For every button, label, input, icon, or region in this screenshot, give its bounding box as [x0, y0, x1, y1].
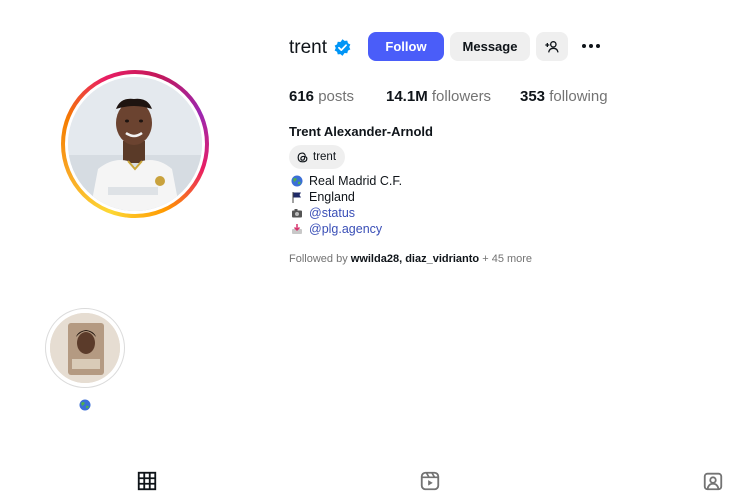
- followed-by-more: + 45 more: [482, 253, 533, 265]
- bio-line: Real Madrid C.F.: [291, 174, 402, 188]
- highlight-cover: [50, 313, 120, 383]
- followers-count: 14.1M: [386, 88, 428, 105]
- bio-link-agency[interactable]: @plg.agency: [309, 222, 382, 236]
- threads-label: trent: [313, 151, 337, 163]
- bio-line: England: [291, 190, 355, 204]
- camera-icon: [292, 209, 302, 218]
- bio-line[interactable]: @plg.agency: [291, 222, 382, 236]
- more-dot: [582, 44, 586, 48]
- bio-line[interactable]: @status: [291, 206, 355, 220]
- more-dot: [596, 44, 600, 48]
- avatar-photo: [68, 77, 202, 211]
- tagged-icon[interactable]: [702, 470, 724, 492]
- followed-by-line[interactable]: Followed by wwilda28, diaz_vidrianto + 4…: [289, 253, 532, 265]
- more-options-button[interactable]: [578, 38, 604, 54]
- highlight-thumbnail: [50, 313, 120, 383]
- bio-text-country: England: [309, 190, 355, 204]
- story-highlight[interactable]: [45, 308, 125, 388]
- bio-link-status[interactable]: @status: [309, 206, 355, 220]
- following-label: following: [549, 88, 608, 105]
- profile-full-name: Trent Alexander-Arnold: [289, 124, 433, 139]
- person-add-icon: [545, 40, 559, 52]
- followers-stat[interactable]: 14.1M followers: [386, 88, 491, 105]
- avatar-illustration: [68, 77, 202, 211]
- inbox-tray-icon: [292, 224, 302, 234]
- flag-icon: [292, 192, 301, 203]
- following-count: 353: [520, 88, 546, 105]
- profile-username: trent: [289, 37, 328, 58]
- reels-icon[interactable]: [419, 470, 441, 492]
- posts-count: 616: [289, 88, 315, 105]
- globe-icon: [79, 399, 91, 411]
- posts-label: posts: [318, 88, 355, 105]
- followed-by-prefix: Followed by: [289, 253, 348, 265]
- profile-avatar[interactable]: [61, 70, 209, 218]
- followers-label: followers: [431, 88, 492, 105]
- followed-by-user[interactable]: wwilda28: [351, 253, 399, 265]
- more-dot: [589, 44, 593, 48]
- following-stat[interactable]: 353 following: [520, 88, 608, 105]
- bio-text-club: Real Madrid C.F.: [309, 174, 403, 188]
- message-button[interactable]: Message: [450, 32, 530, 61]
- threads-icon: [297, 151, 308, 162]
- globe-icon: [291, 175, 303, 187]
- suggest-users-button[interactable]: [536, 32, 568, 61]
- follow-button[interactable]: Follow: [368, 32, 444, 61]
- threads-link[interactable]: trent: [289, 145, 346, 169]
- followed-by-user[interactable]: diaz_vidrianto: [405, 253, 479, 265]
- grid-icon[interactable]: [136, 470, 158, 492]
- verified-badge-icon: [334, 39, 351, 56]
- avatar-border: [65, 74, 205, 214]
- posts-stat: 616 posts: [289, 88, 354, 105]
